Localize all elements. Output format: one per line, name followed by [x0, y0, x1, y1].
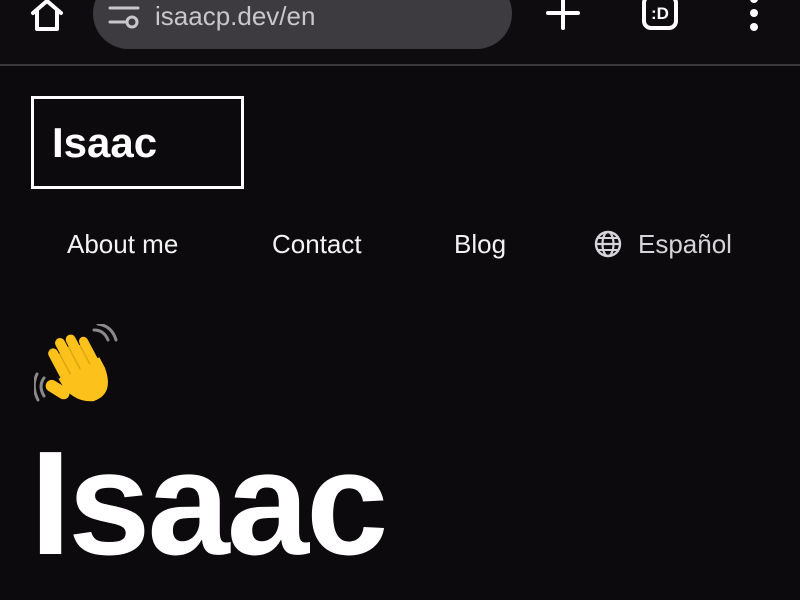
hero-title: Isaac — [30, 421, 388, 586]
nav-link-blog[interactable]: Blog — [454, 222, 506, 266]
logo-text: Isaac — [52, 119, 158, 166]
tab-switcher-button[interactable]: :D — [638, 0, 682, 34]
site-logo[interactable]: Isaac — [31, 96, 244, 189]
language-label: Español — [638, 229, 732, 259]
plus-icon — [546, 0, 580, 30]
main-nav: About me Contact Blog Español — [0, 222, 800, 266]
browser-toolbar: isaacp.dev/en :D — [0, 0, 800, 66]
tab-switcher-glyph: :D — [651, 4, 669, 23]
more-vertical-icon — [750, 0, 758, 31]
waving-hand-icon — [34, 324, 118, 402]
new-tab-button[interactable] — [542, 0, 584, 34]
nav-link-about[interactable]: About me — [67, 222, 178, 266]
tab-switcher-icon: :D — [642, 0, 678, 30]
tune-icon[interactable] — [107, 0, 141, 34]
home-icon — [31, 0, 63, 31]
url-text[interactable]: isaacp.dev/en — [155, 1, 315, 31]
globe-icon — [594, 230, 622, 258]
language-switcher[interactable]: Español — [594, 222, 732, 266]
home-button[interactable] — [26, 0, 68, 36]
overflow-menu-button[interactable] — [736, 0, 772, 34]
nav-link-contact[interactable]: Contact — [272, 222, 362, 266]
address-bar[interactable]: isaacp.dev/en — [93, 0, 512, 49]
